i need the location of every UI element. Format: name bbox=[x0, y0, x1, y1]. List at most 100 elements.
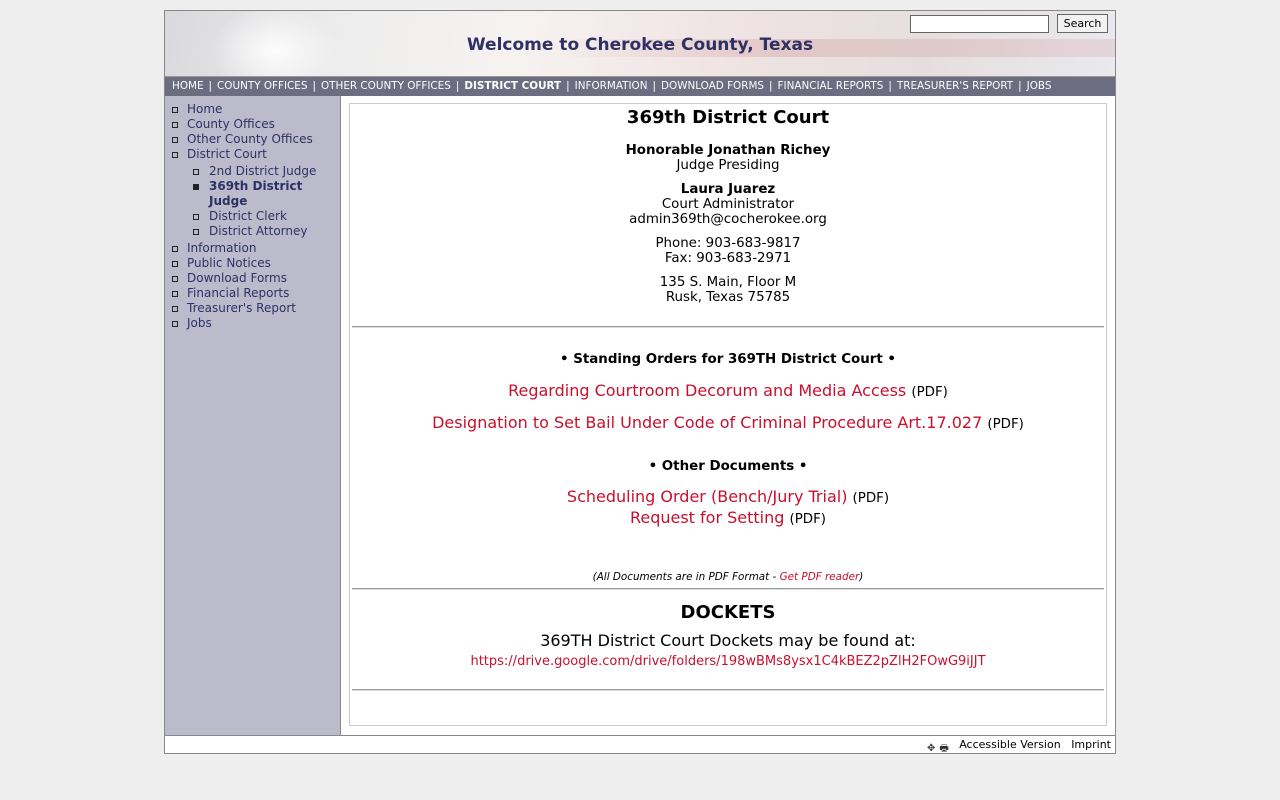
get-pdf-reader-link[interactable]: Get PDF reader bbox=[780, 571, 860, 583]
sidebar-item-jobs: Jobs bbox=[165, 316, 340, 331]
sidebar-item-other-county-offices: Other County Offices bbox=[165, 132, 340, 147]
site-footer: ✥ 🖶 Accessible Version Imprint bbox=[165, 735, 1115, 756]
doc-link-scheduling-order[interactable]: Scheduling Order (Bench/Jury Trial) bbox=[567, 487, 848, 506]
sidebar-link-home[interactable]: Home bbox=[187, 102, 222, 116]
page-title: 369th District Court bbox=[626, 107, 830, 128]
judge-name: Honorable Jonathan Richey bbox=[625, 143, 831, 158]
phone-number: Phone: 903-683-9817 bbox=[655, 236, 801, 251]
topnav-download-forms[interactable]: DOWNLOAD FORMS bbox=[661, 80, 764, 92]
pdf-note-prefix: (All Documents are in PDF Format - bbox=[592, 571, 780, 583]
sidebar-item-district-court: District Court 2nd District Judge 369th … bbox=[165, 147, 340, 239]
topnav-separator: | bbox=[312, 80, 316, 92]
pdf-format-note: (All Documents are in PDF Format - Get P… bbox=[350, 571, 1106, 583]
sidebar-subitem-district-attorney: District Attorney bbox=[193, 224, 327, 239]
sidebar-link-district-court[interactable]: District Court bbox=[187, 147, 267, 161]
divider bbox=[352, 588, 1104, 590]
topnav-separator: | bbox=[1018, 80, 1022, 92]
move-arrows-icon[interactable]: ✥ bbox=[927, 744, 935, 754]
square-bullet-icon bbox=[172, 321, 178, 327]
sidebar-link-district-clerk[interactable]: District Clerk bbox=[209, 209, 287, 223]
sidebar-link-county-offices[interactable]: County Offices bbox=[187, 117, 275, 131]
topnav-information[interactable]: INFORMATION bbox=[575, 80, 648, 92]
sidebar-link-download-forms[interactable]: Download Forms bbox=[187, 271, 287, 285]
footer-links: Accessible Version Imprint bbox=[952, 736, 1111, 753]
address: 135 S. Main, Floor M Rusk, Texas 75785 bbox=[350, 275, 1106, 305]
topnav-financial-reports[interactable]: FINANCIAL REPORTS bbox=[778, 80, 884, 92]
sidebar-link-district-attorney[interactable]: District Attorney bbox=[209, 224, 307, 238]
contact-numbers: Phone: 903-683-9817 Fax: 903-683-2971 bbox=[350, 236, 1106, 266]
pdf-tag: (PDF) bbox=[911, 385, 948, 400]
sidebar-link-treasurers-report[interactable]: Treasurer's Report bbox=[187, 301, 296, 315]
judge-info: Honorable Jonathan Richey Judge Presidin… bbox=[350, 143, 1106, 173]
divider bbox=[352, 326, 1104, 328]
square-bullet-icon bbox=[172, 291, 178, 297]
doc-link-designation-set-bail[interactable]: Designation to Set Bail Under Code of Cr… bbox=[432, 413, 982, 432]
topnav-separator: | bbox=[652, 80, 657, 92]
square-bullet-icon bbox=[172, 246, 178, 252]
sidebar-item-public-notices: Public Notices bbox=[165, 256, 340, 271]
page-container: Welcome to Cherokee County, Texas Search… bbox=[164, 10, 1116, 754]
topnav-jobs[interactable]: JOBS bbox=[1027, 80, 1052, 92]
filled-square-bullet-icon bbox=[193, 184, 199, 190]
sidebar-item-county-offices: County Offices bbox=[165, 117, 340, 132]
pdf-tag: (PDF) bbox=[987, 417, 1024, 432]
other-doc-row: Request for Setting (PDF) bbox=[350, 508, 1106, 529]
site-header: Welcome to Cherokee County, Texas Search bbox=[165, 11, 1115, 77]
sidebar-subnav-district-court: 2nd District Judge 369th District Judge … bbox=[187, 164, 340, 239]
square-bullet-icon bbox=[193, 229, 199, 235]
sidebar-subitem-2nd-district-judge: 2nd District Judge bbox=[193, 164, 327, 179]
standing-order-row: Regarding Courtroom Decorum and Media Ac… bbox=[350, 381, 1106, 400]
judge-title: Judge Presiding bbox=[676, 158, 780, 173]
admin-email: admin369th@cocherokee.org bbox=[629, 212, 827, 227]
topnav-county-offices[interactable]: COUNTY OFFICES bbox=[217, 80, 307, 92]
topnav-home[interactable]: HOME bbox=[172, 80, 204, 92]
topnav-separator: | bbox=[769, 80, 773, 92]
other-doc-row: Scheduling Order (Bench/Jury Trial) (PDF… bbox=[350, 487, 1106, 508]
square-bullet-icon bbox=[172, 152, 178, 158]
pdf-tag: (PDF) bbox=[789, 512, 827, 527]
search-input[interactable] bbox=[910, 15, 1049, 33]
sidebar-item-information: Information bbox=[165, 241, 340, 256]
square-bullet-icon bbox=[172, 306, 178, 312]
admin-name: Laura Juarez bbox=[680, 182, 776, 197]
administrator-info: Laura Juarez Court Administrator admin36… bbox=[350, 182, 1106, 227]
standing-order-row: Designation to Set Bail Under Code of Cr… bbox=[350, 413, 1106, 432]
topnav-separator: | bbox=[566, 80, 570, 92]
sidebar-subitem-369th-district-judge: 369th District Judge bbox=[193, 179, 327, 209]
sidebar-link-2nd-district-judge[interactable]: 2nd District Judge bbox=[209, 164, 316, 178]
pdf-note-suffix: ) bbox=[859, 571, 864, 583]
sidebar-link-jobs[interactable]: Jobs bbox=[187, 316, 212, 330]
dockets-title: DOCKETS bbox=[680, 602, 776, 623]
accessible-version-link[interactable]: Accessible Version bbox=[959, 738, 1060, 751]
sidebar-link-information[interactable]: Information bbox=[187, 241, 256, 255]
doc-link-request-for-setting[interactable]: Request for Setting bbox=[630, 508, 784, 527]
topnav-separator: | bbox=[888, 80, 892, 92]
doc-link-courtroom-decorum[interactable]: Regarding Courtroom Decorum and Media Ac… bbox=[508, 381, 906, 400]
square-bullet-icon bbox=[172, 122, 178, 128]
sidebar-item-treasurers-report: Treasurer's Report bbox=[165, 301, 340, 316]
divider bbox=[352, 689, 1104, 691]
print-icon[interactable]: 🖶 bbox=[939, 744, 948, 754]
sidebar-link-public-notices[interactable]: Public Notices bbox=[187, 256, 271, 270]
sidebar-item-home: Home bbox=[165, 102, 340, 117]
imprint-link[interactable]: Imprint bbox=[1071, 738, 1111, 751]
topnav-treasurers-report[interactable]: TREASURER'S REPORT bbox=[897, 80, 1013, 92]
standing-orders-title: • Standing Orders for 369TH District Cou… bbox=[560, 352, 896, 367]
dockets-text: 369TH District Court Dockets may be foun… bbox=[540, 631, 916, 650]
square-bullet-icon bbox=[172, 276, 178, 282]
sidebar-nav: Home County Offices Other County Offices… bbox=[165, 96, 340, 331]
topnav-other-county-offices[interactable]: OTHER COUNTY OFFICES bbox=[321, 80, 451, 92]
topnav-district-court[interactable]: DISTRICT COURT bbox=[464, 80, 561, 92]
topnav-separator: | bbox=[455, 80, 460, 92]
square-bullet-icon bbox=[193, 169, 199, 175]
sidebar-link-369th-district-judge[interactable]: 369th District Judge bbox=[209, 179, 302, 208]
search-button[interactable]: Search bbox=[1057, 14, 1108, 33]
address-line-1: 135 S. Main, Floor M bbox=[659, 275, 797, 290]
sidebar-link-financial-reports[interactable]: Financial Reports bbox=[187, 286, 289, 300]
footer-icons: ✥ 🖶 bbox=[927, 739, 953, 756]
sidebar-link-other-county-offices[interactable]: Other County Offices bbox=[187, 132, 313, 146]
dockets-drive-link[interactable]: https://drive.google.com/drive/folders/1… bbox=[470, 654, 985, 669]
square-bullet-icon bbox=[193, 214, 199, 220]
main-content: 369th District Court Honorable Jonathan … bbox=[349, 103, 1107, 726]
square-bullet-icon bbox=[172, 107, 178, 113]
